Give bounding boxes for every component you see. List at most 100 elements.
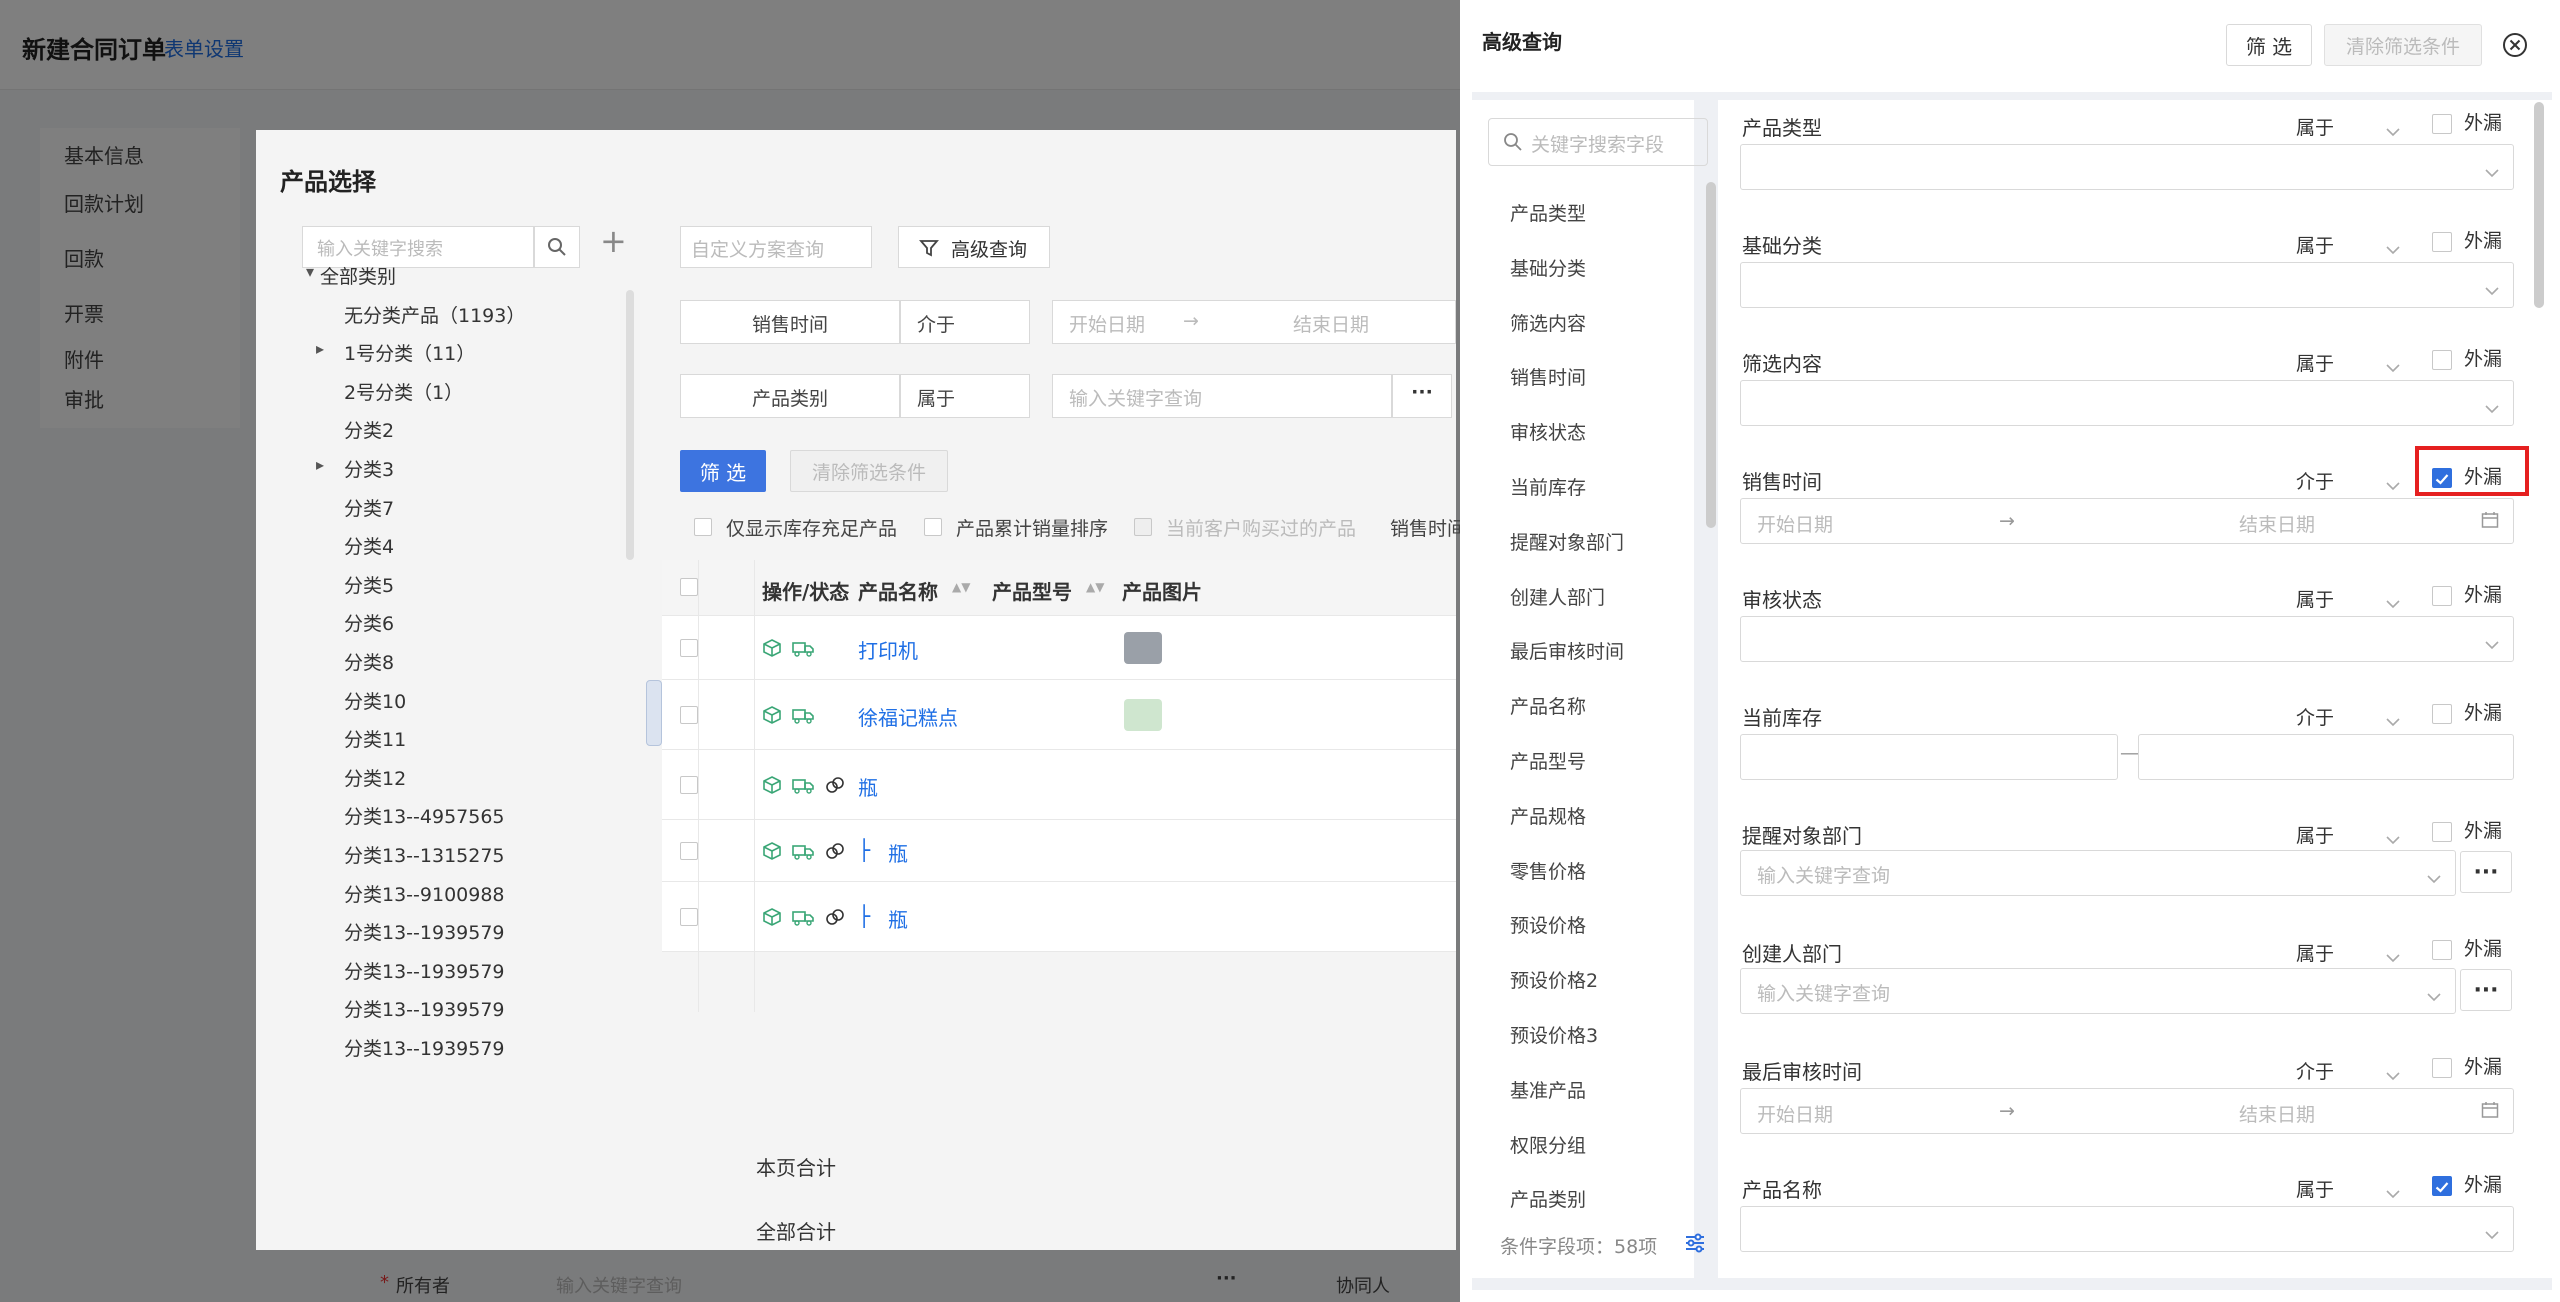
category-keyword-input[interactable]: 输入关键字查询 xyxy=(1052,374,1392,418)
filter-button[interactable]: 筛 选 xyxy=(680,450,766,492)
condition-operator[interactable]: 属于 xyxy=(2296,1175,2334,1202)
tree-node[interactable]: 分类13--1315275 xyxy=(330,841,505,868)
product-name-link[interactable]: 徐福记糕点 xyxy=(858,702,958,731)
condition-scrollbar[interactable] xyxy=(2534,102,2544,308)
condition-operator[interactable]: 介于 xyxy=(2296,1057,2334,1084)
sale-time-operator-select[interactable]: 介于 xyxy=(900,300,1030,344)
chevron-down-icon[interactable] xyxy=(2386,236,2400,260)
tree-node[interactable]: 分类13--1939579 xyxy=(330,995,505,1022)
col-name[interactable]: 产品名称 xyxy=(858,576,938,605)
chevron-down-icon[interactable] xyxy=(2386,118,2400,142)
link-icon[interactable] xyxy=(824,841,846,861)
category-operator-select[interactable]: 属于 xyxy=(900,374,1030,418)
tree-node[interactable]: 分类2 xyxy=(330,416,394,443)
option-stock-sufficient-checkbox[interactable] xyxy=(694,518,712,536)
exclude-checkbox[interactable] xyxy=(2432,114,2452,134)
box-icon[interactable] xyxy=(762,775,782,795)
condition-select[interactable] xyxy=(1740,144,2514,190)
field-list-item[interactable]: 预设价格2 xyxy=(1510,966,1598,993)
condition-operator[interactable]: 介于 xyxy=(2296,703,2334,730)
field-list-scrollbar[interactable] xyxy=(1706,182,1716,528)
option-customer-bought-checkbox[interactable] xyxy=(1134,518,1152,536)
close-icon[interactable] xyxy=(2502,32,2528,58)
row-checkbox[interactable] xyxy=(680,908,698,926)
chevron-down-icon[interactable] xyxy=(2386,472,2400,496)
chevron-down-icon[interactable] xyxy=(2386,944,2400,968)
tree-node[interactable]: 分类13--1939579 xyxy=(330,1034,505,1061)
advanced-query-button[interactable]: 高级查询 xyxy=(898,226,1050,268)
date-range-picker[interactable]: 开始日期 → 结束日期 xyxy=(1740,1088,2514,1134)
chevron-down-icon[interactable] xyxy=(2386,354,2400,378)
date-range-picker[interactable]: 开始日期 → 结束日期 xyxy=(1740,498,2514,544)
scheme-select[interactable]: 自定义方案查询 xyxy=(680,226,872,268)
exclude-checkbox[interactable] xyxy=(2432,822,2452,842)
table-row[interactable]: 徐福记糕点 xyxy=(662,680,1456,750)
tree-node[interactable]: 分类12 xyxy=(330,764,406,791)
truck-icon[interactable] xyxy=(792,841,814,861)
field-list-item[interactable]: 产品类别 xyxy=(1510,1185,1586,1212)
tree-node[interactable]: 分类8 xyxy=(330,648,394,675)
tree-node[interactable]: 分类5 xyxy=(330,571,394,598)
caret-right-icon[interactable]: ▸ xyxy=(316,339,324,358)
field-list-item[interactable]: 产品名称 xyxy=(1510,692,1586,719)
tree-node[interactable]: ▸ 1号分类（11） xyxy=(316,339,475,366)
row-checkbox[interactable] xyxy=(680,842,698,860)
exclude-checkbox[interactable] xyxy=(2432,704,2452,724)
truck-icon[interactable] xyxy=(792,638,814,658)
keyword-input[interactable]: 输入关键字查询 xyxy=(1740,968,2456,1014)
exclude-checkbox[interactable] xyxy=(2432,232,2452,252)
tree-node[interactable]: 分类10 xyxy=(330,687,406,714)
caret-right-icon[interactable]: ▸ xyxy=(316,455,324,474)
keyword-input[interactable]: 输入关键字查询 xyxy=(1740,850,2456,896)
product-name-link[interactable]: 瓶 xyxy=(858,772,878,801)
collapse-handle[interactable] xyxy=(646,680,662,746)
tree-node[interactable]: 分类6 xyxy=(330,609,394,636)
category-more-button[interactable]: ··· xyxy=(1392,374,1452,418)
exclude-checkbox[interactable] xyxy=(2432,350,2452,370)
product-name-link[interactable]: 打印机 xyxy=(858,635,918,664)
tree-node[interactable]: 分类7 xyxy=(330,494,394,521)
product-name-link[interactable]: 瓶 xyxy=(888,838,908,867)
chevron-down-icon[interactable] xyxy=(2386,590,2400,614)
condition-operator[interactable]: 属于 xyxy=(2296,113,2334,140)
table-row[interactable]: ├ 瓶 xyxy=(662,820,1456,882)
box-icon[interactable] xyxy=(762,907,782,927)
settings-icon[interactable] xyxy=(1684,1232,1706,1254)
field-list-item[interactable]: 最后审核时间 xyxy=(1510,637,1624,664)
field-list-item[interactable]: 预设价格 xyxy=(1510,911,1586,938)
table-row[interactable]: 打印机 xyxy=(662,616,1456,680)
field-list-item[interactable]: 产品规格 xyxy=(1510,802,1586,829)
field-list-item[interactable]: 产品类型 xyxy=(1510,199,1586,226)
truck-icon[interactable] xyxy=(792,705,814,725)
range-min-input[interactable] xyxy=(1740,734,2118,780)
link-icon[interactable] xyxy=(824,907,846,927)
row-checkbox[interactable] xyxy=(680,706,698,724)
tree-node[interactable]: 分类13--1939579 xyxy=(330,918,505,945)
table-row[interactable]: 瓶 xyxy=(662,750,1456,820)
exclude-checkbox[interactable] xyxy=(2432,940,2452,960)
field-list-item[interactable]: 销售时间 xyxy=(1510,363,1586,390)
more-options-button[interactable]: ··· xyxy=(2460,851,2512,893)
sort-icon[interactable]: ▲▼ xyxy=(952,580,970,594)
field-list-item[interactable]: 提醒对象部门 xyxy=(1510,528,1624,555)
condition-operator[interactable]: 属于 xyxy=(2296,231,2334,258)
box-icon[interactable] xyxy=(762,705,782,725)
condition-operator[interactable]: 属于 xyxy=(2296,821,2334,848)
field-list-item[interactable]: 预设价格3 xyxy=(1510,1021,1598,1048)
row-checkbox[interactable] xyxy=(680,776,698,794)
condition-operator[interactable]: 属于 xyxy=(2296,939,2334,966)
tree-node[interactable]: 分类13--9100988 xyxy=(330,880,505,907)
tree-node[interactable]: 分类13--1939579 xyxy=(330,957,505,984)
tree-node[interactable]: 2号分类（1） xyxy=(330,378,463,405)
box-icon[interactable] xyxy=(762,841,782,861)
sale-time-range-picker[interactable]: 开始日期 → 结束日期 xyxy=(1052,300,1456,344)
link-icon[interactable] xyxy=(824,775,846,795)
field-list-item[interactable]: 零售价格 xyxy=(1510,857,1586,884)
product-image-thumbnail[interactable] xyxy=(1124,699,1162,731)
box-icon[interactable] xyxy=(762,638,782,658)
chevron-down-icon[interactable] xyxy=(2386,1180,2400,1204)
field-list-item[interactable]: 筛选内容 xyxy=(1510,309,1586,336)
condition-select[interactable] xyxy=(1740,1206,2514,1252)
field-list-item[interactable]: 当前库存 xyxy=(1510,473,1586,500)
more-options-button[interactable]: ··· xyxy=(2460,969,2512,1011)
